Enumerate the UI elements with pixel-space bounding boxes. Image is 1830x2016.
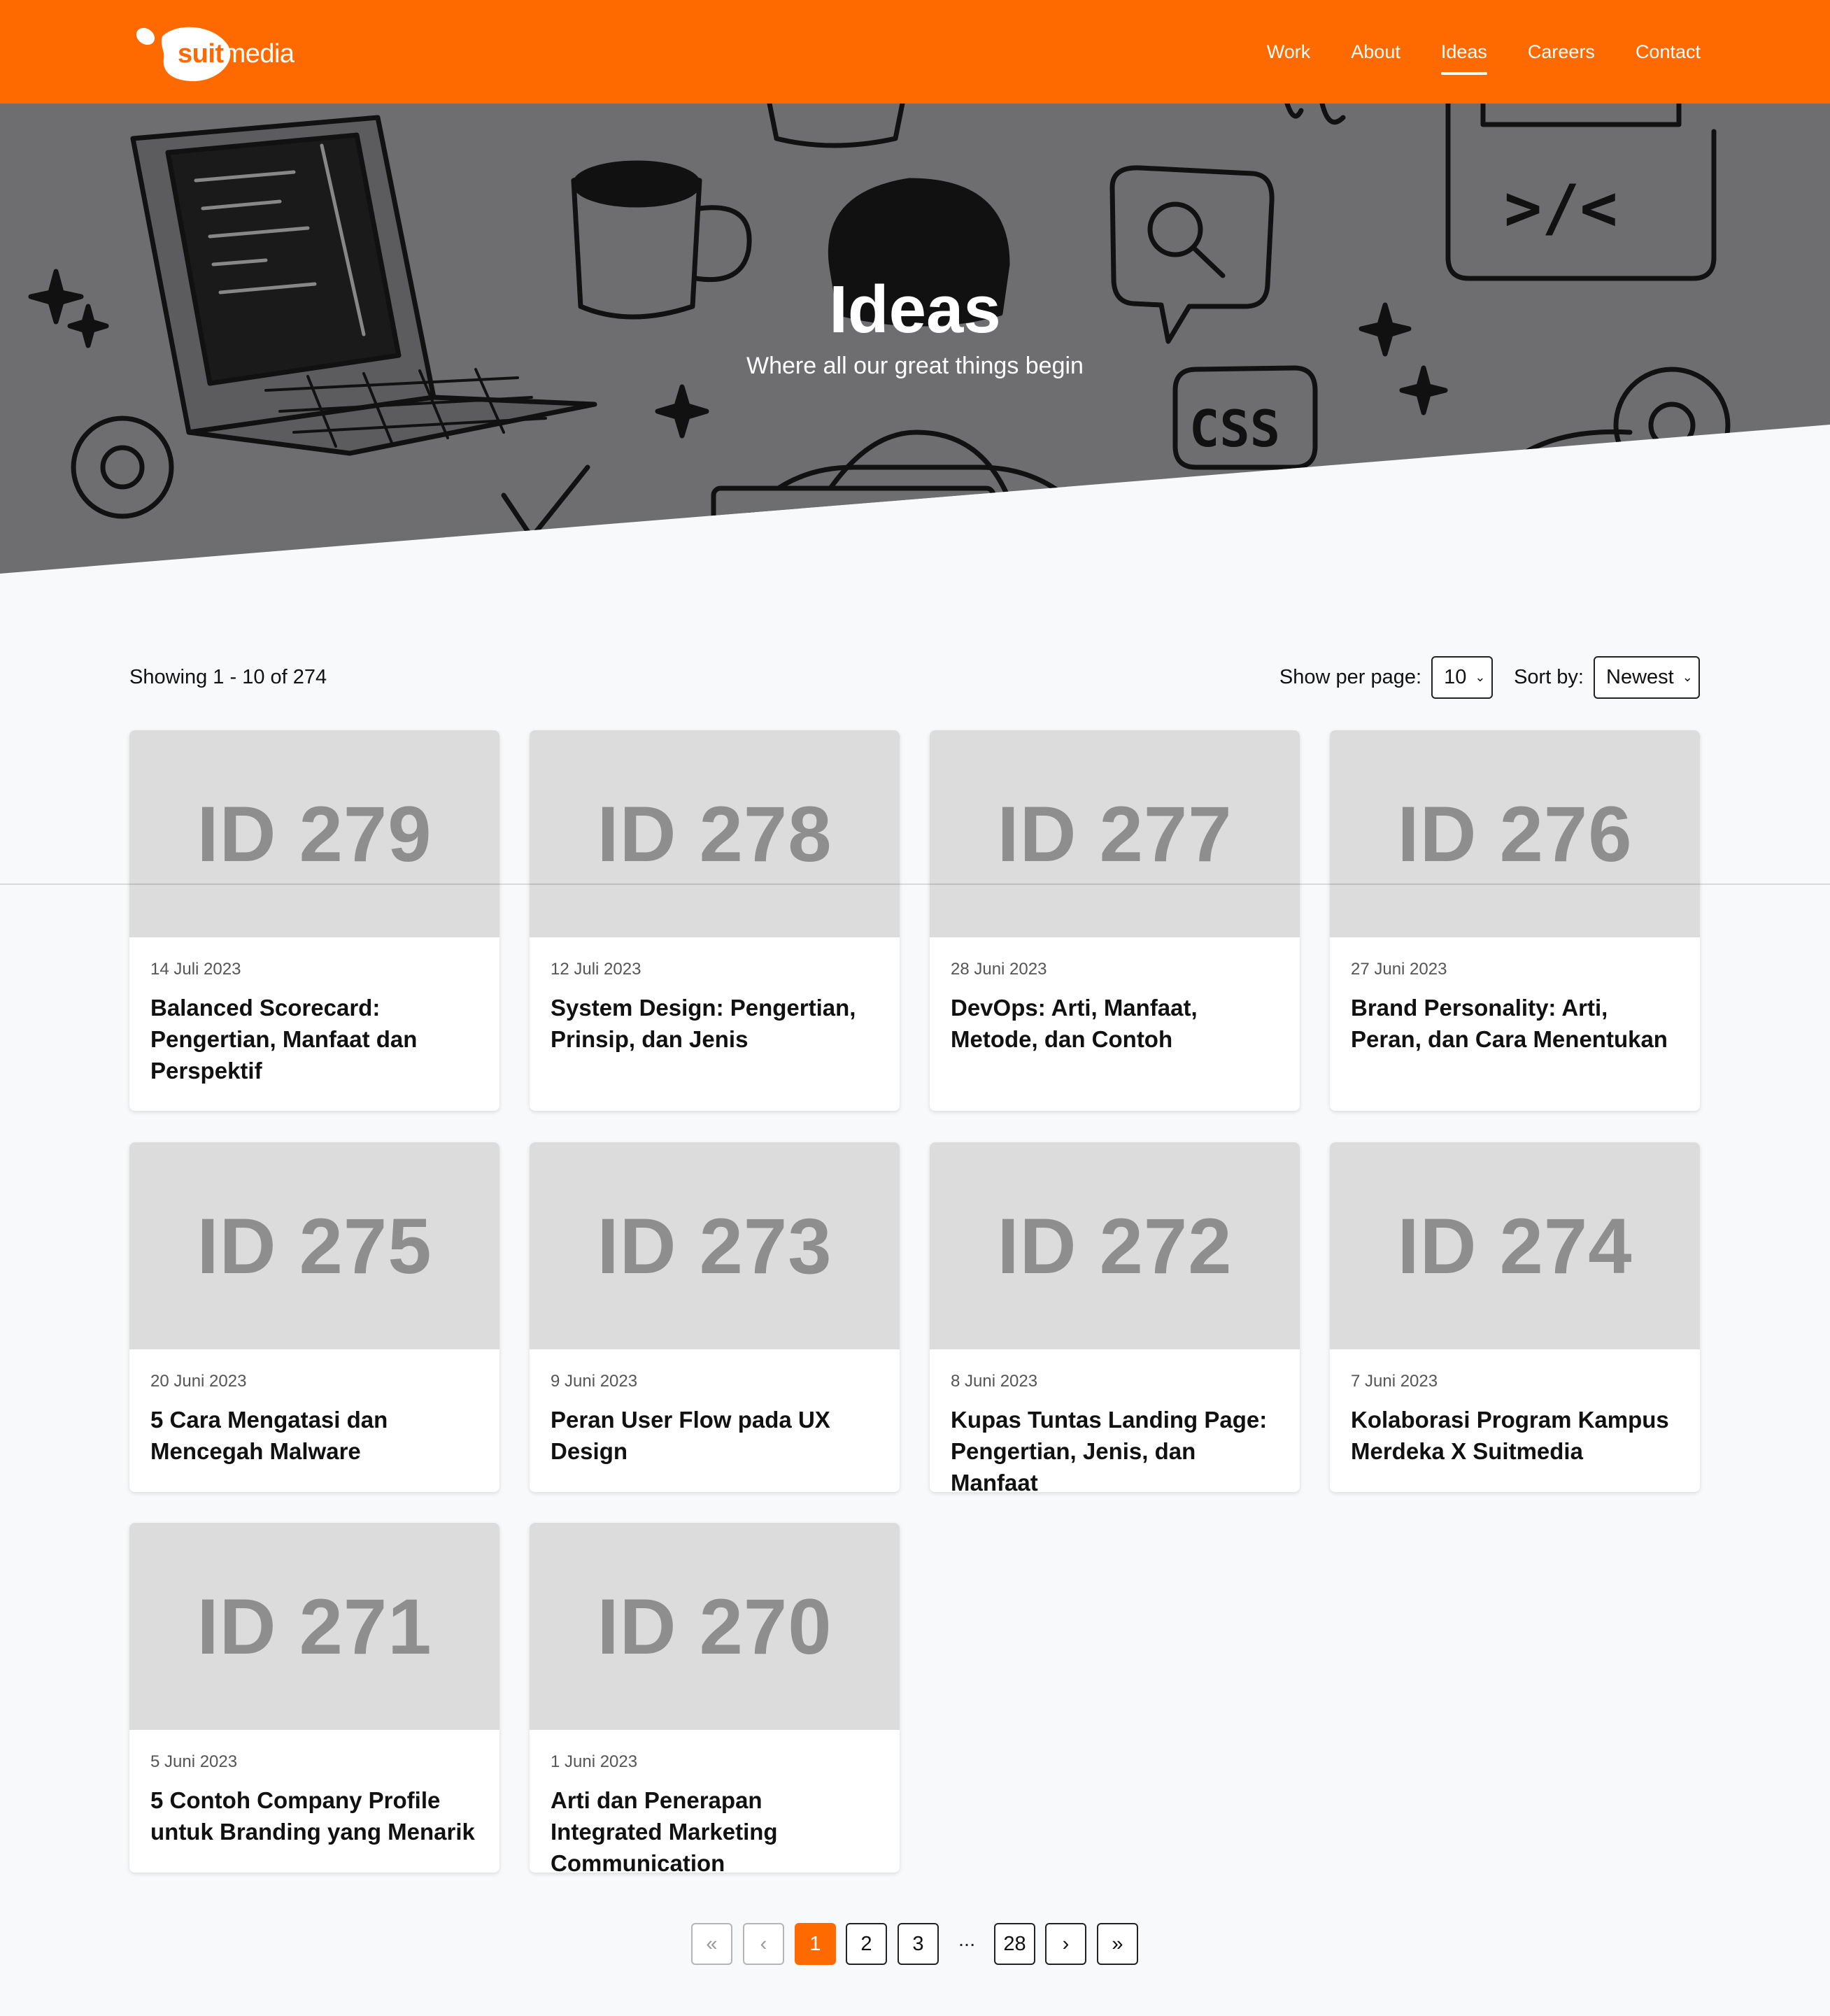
page-2-button[interactable]: 2 [846,1923,887,1965]
post-title: 5 Contoh Company Profile untuk Branding … [150,1787,475,1845]
post-thumbnail: ID 279 [129,730,499,937]
page-28-button[interactable]: 28 [994,1923,1035,1965]
css-box-doodle-icon: CSS [1172,365,1318,470]
nav-careers[interactable]: Careers [1508,0,1615,104]
post-title: Brand Personality: Arti, Peran, dan Cara… [1351,995,1668,1052]
post-title: 5 Cara Mengatasi dan Mencegah Malware [150,1407,388,1464]
post-card[interactable]: ID 277 28 Juni 2023 DevOps: Arti, Manfaa… [930,730,1300,1111]
chevron-down-icon: ⌄ [1475,670,1486,684]
post-date: 27 Juni 2023 [1351,960,1447,979]
post-thumbnail: ID 272 [930,1142,1300,1349]
post-thumbnail: ID 271 [129,1523,499,1730]
nav-about[interactable]: About [1331,0,1421,104]
code-folder-doodle-icon: >/< [1445,104,1717,281]
post-title: DevOps: Arti, Manfaat, Metode, dan Conto… [951,995,1198,1052]
post-thumbnail: ID 274 [1330,1142,1700,1349]
pagination: « ‹ 1 2 3 ... 28 › » [0,1923,1830,1965]
next-page-button[interactable]: › [1045,1923,1086,1965]
nav-work[interactable]: Work [1247,0,1331,104]
sort-value: Newest [1606,666,1674,688]
nav-contact[interactable]: Contact [1615,0,1721,104]
post-title: Balanced Scorecard: Pengertian, Manfaat … [150,995,418,1084]
post-card[interactable]: ID 273 9 Juni 2023 Peran User Flow pada … [530,1142,900,1492]
post-thumbnail: ID 273 [530,1142,900,1349]
logo-word-rest: media [223,39,295,69]
logo-word-bold: suit [178,39,224,69]
hero-banner: >/< CSS Ideas Where all our great things… [0,104,1830,574]
post-date: 1 Juni 2023 [551,1752,638,1771]
post-card[interactable]: ID 279 14 Juli 2023 Balanced Scorecard: … [129,730,499,1111]
svg-text:>/<: >/< [1504,171,1618,245]
main-nav: Work About Ideas Careers Contact [1247,0,1721,104]
listing-controls: Show per page: 10 ⌄ Sort by: Newest ⌄ [1279,656,1700,699]
page-1-button[interactable]: 1 [795,1923,836,1965]
nav-ideas[interactable]: Ideas [1421,0,1508,104]
result-count: Showing 1 - 10 of 274 [129,666,327,688]
post-card[interactable]: ID 274 7 Juni 2023 Kolaborasi Program Ka… [1330,1142,1700,1492]
per-page-select[interactable]: 10 ⌄ [1431,656,1494,699]
svg-text:CSS: CSS [1189,399,1280,458]
post-title: Peran User Flow pada UX Design [551,1407,830,1464]
logo-wordmark: suitmedia [178,39,295,69]
per-page-value: 10 [1444,666,1467,688]
post-date: 7 Juni 2023 [1351,1372,1438,1391]
page-subtitle: Where all our great things begin [746,353,1084,379]
post-date: 20 Juni 2023 [150,1372,247,1391]
post-card[interactable]: ID 270 1 Juni 2023 Arti dan Penerapan In… [530,1523,900,1873]
post-thumbnail: ID 277 [930,730,1300,937]
post-title: Kupas Tuntas Landing Page: Pengertian, J… [951,1407,1268,1492]
page-3-button[interactable]: 3 [898,1923,939,1965]
sort-select[interactable]: Newest ⌄ [1594,656,1700,699]
post-thumbnail: ID 270 [530,1523,900,1730]
gear-doodle-icon [71,416,174,519]
post-date: 12 Juli 2023 [551,960,641,979]
chevron-down-icon: ⌄ [1682,670,1693,684]
per-page-label: Show per page: [1279,666,1422,688]
last-page-button[interactable]: » [1097,1923,1138,1965]
post-thumbnail: ID 276 [1330,730,1700,937]
post-date: 5 Juni 2023 [150,1752,238,1771]
pagination-ellipsis: ... [958,1929,976,1951]
post-card[interactable]: ID 271 5 Juni 2023 5 Contoh Company Prof… [129,1523,499,1873]
post-thumbnail: ID 278 [530,730,900,937]
post-date: 14 Juli 2023 [150,960,241,979]
first-page-button[interactable]: « [691,1923,732,1965]
post-card[interactable]: ID 276 27 Juni 2023 Brand Personality: A… [1330,730,1700,1111]
post-title: Kolaborasi Program Kampus Merdeka X Suit… [1351,1407,1669,1464]
post-title: System Design: Pengertian, Prinsip, dan … [551,995,856,1052]
post-thumbnail: ID 275 [129,1142,499,1349]
gear-doodle-icon-right [1613,367,1731,484]
post-card[interactable]: ID 272 8 Juni 2023 Kupas Tuntas Landing … [930,1142,1300,1492]
post-date: 8 Juni 2023 [951,1372,1038,1391]
post-card[interactable]: ID 278 12 Juli 2023 System Design: Penge… [530,730,900,1111]
suitmedia-logo[interactable]: suitmedia [134,18,302,85]
page-title: Ideas [829,272,1001,347]
prev-page-button[interactable]: ‹ [743,1923,784,1965]
sort-label: Sort by: [1514,666,1584,688]
top-navbar: suitmedia Work About Ideas Careers Conta… [0,0,1830,104]
post-date: 9 Juni 2023 [551,1372,638,1391]
post-date: 28 Juni 2023 [951,960,1047,979]
post-card[interactable]: ID 275 20 Juni 2023 5 Cara Mengatasi dan… [129,1142,499,1492]
post-title: Arti dan Penerapan Integrated Marketing … [551,1787,778,1873]
